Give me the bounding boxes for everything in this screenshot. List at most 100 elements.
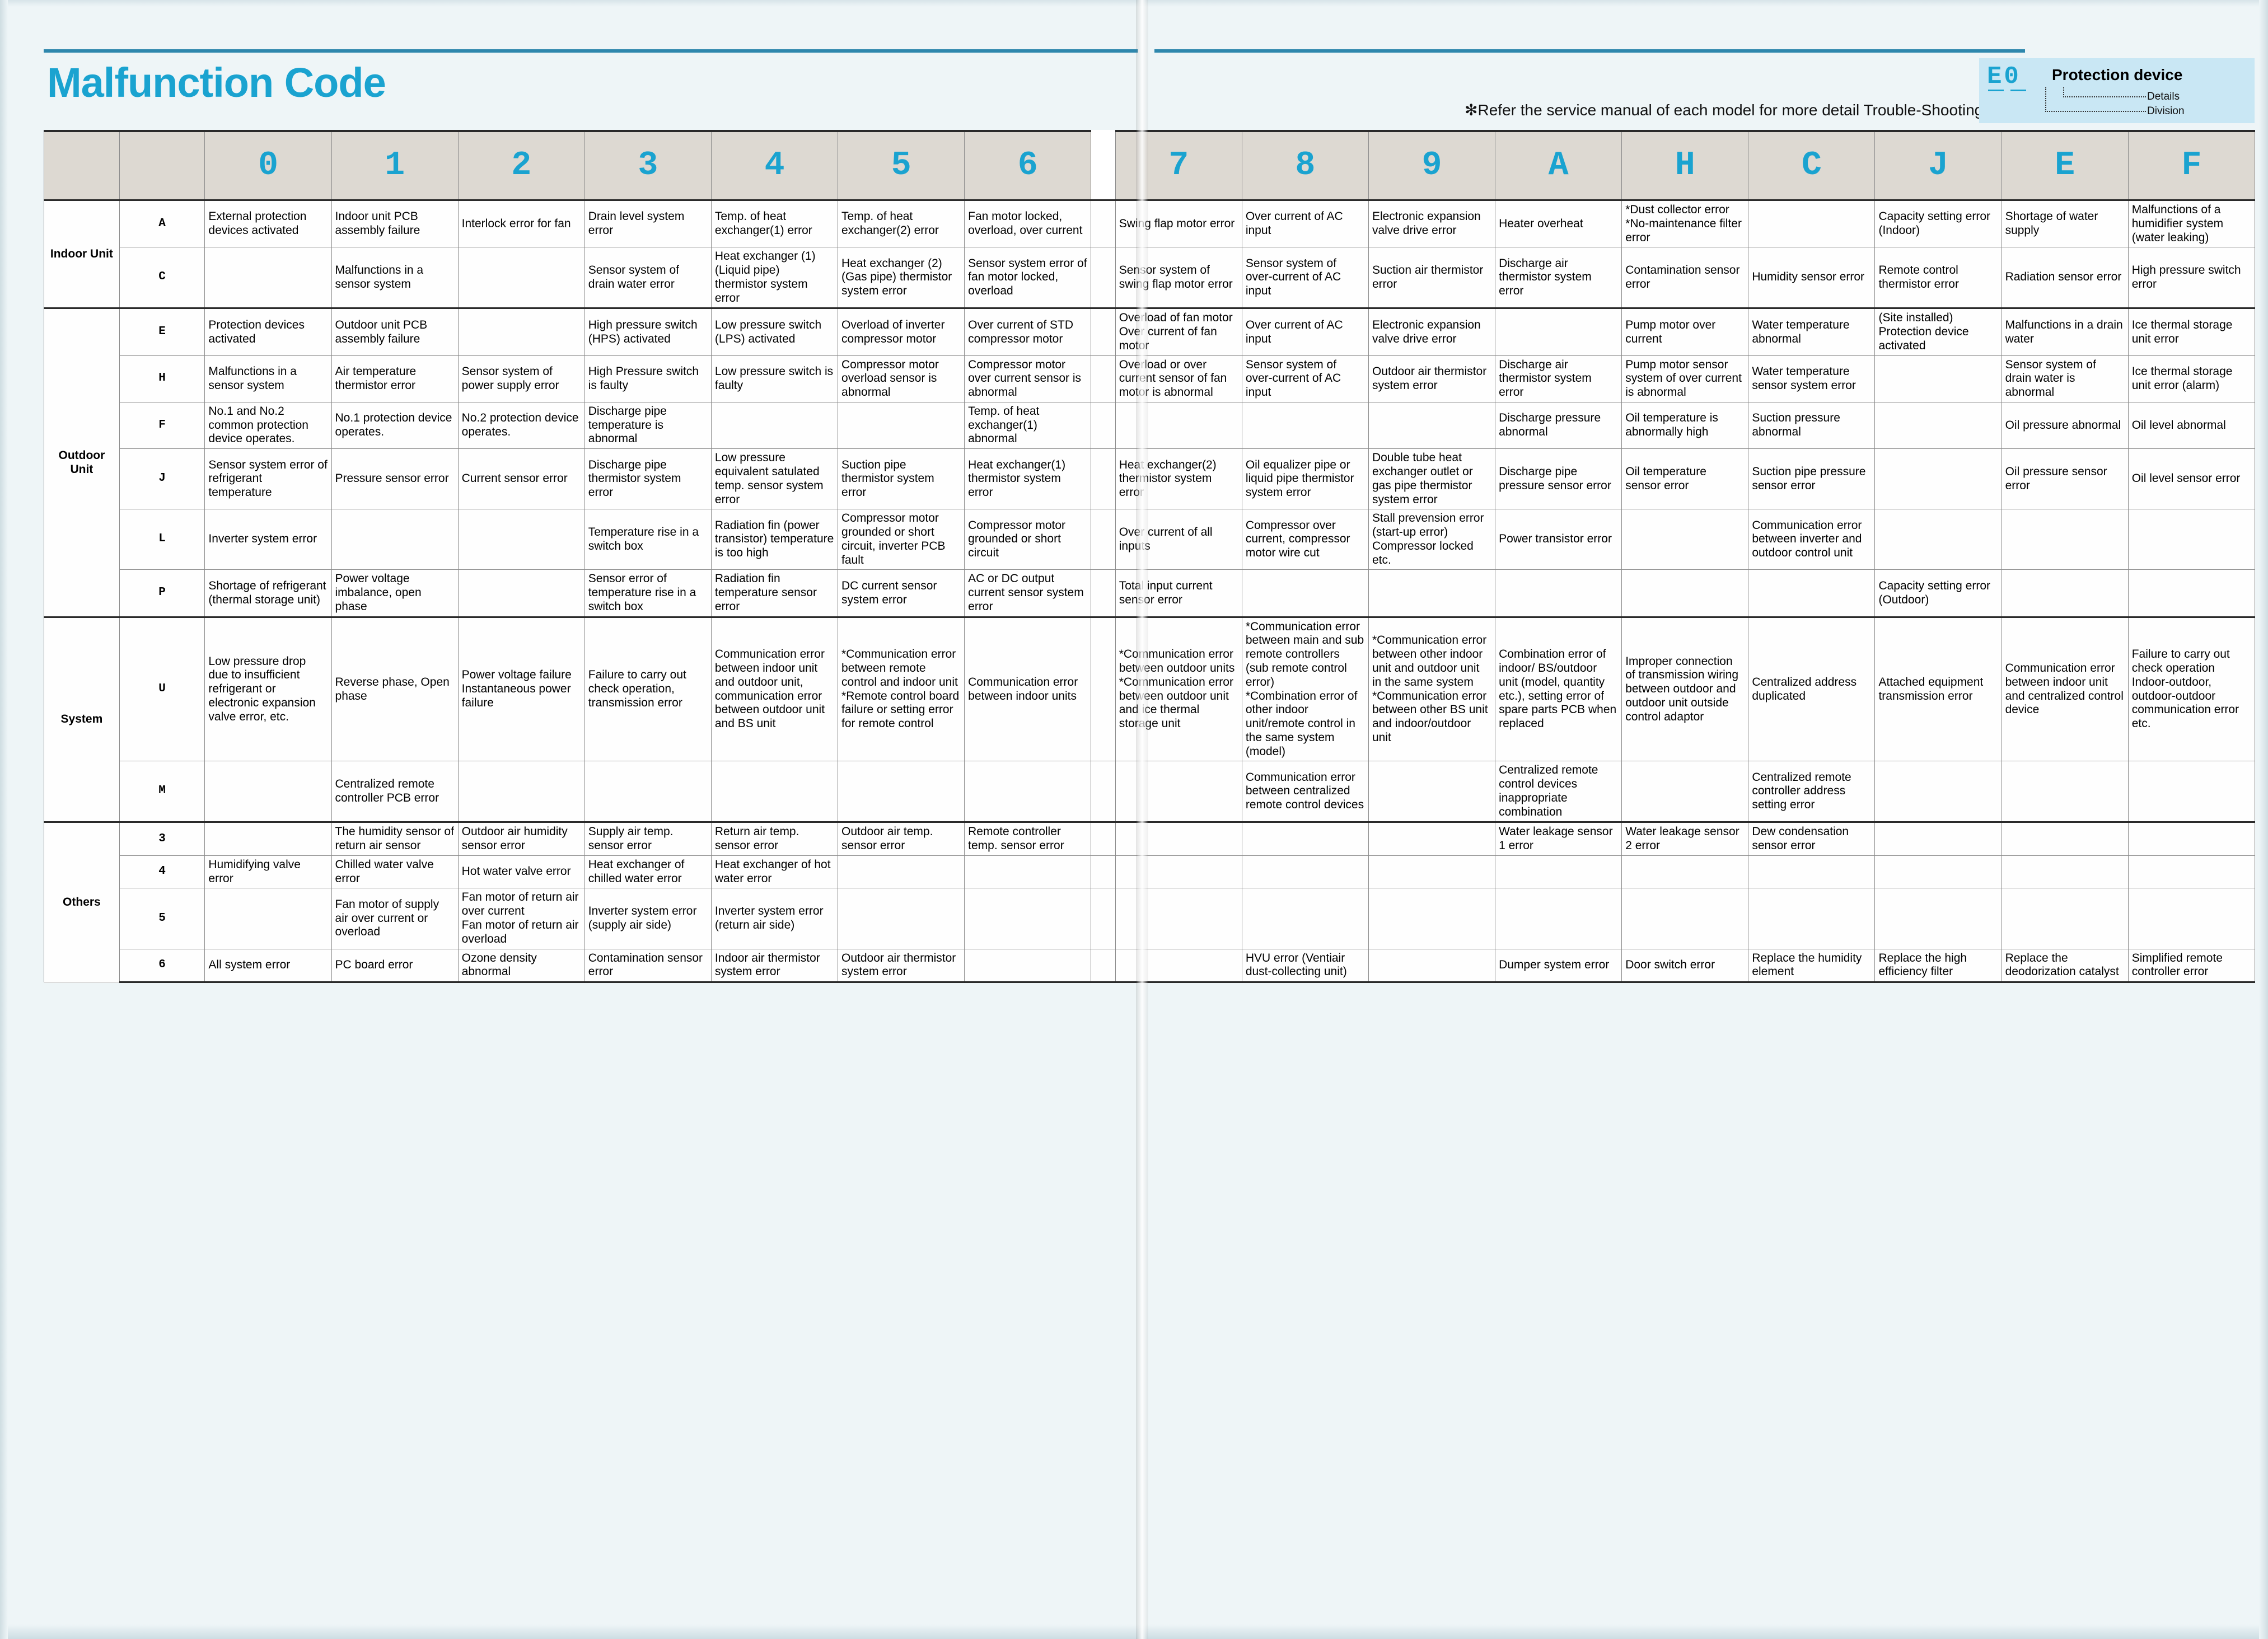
code-cell-5-4: Inverter system error (return air side) [710, 888, 839, 949]
code-cell-E-4: Low pressure switch (LPS) activated [710, 307, 839, 356]
code-cell-H-2: Sensor system of power supply error [457, 355, 585, 402]
gutter-spacer [1091, 569, 1116, 617]
code-cell-C-5: Heat exchanger (2) (Gas pipe) thermistor… [838, 247, 965, 309]
code-cell-3-1: The humidity sensor of return air sensor [331, 821, 459, 856]
section-label-others: Others [44, 821, 120, 983]
code-cell-J-2: Current sensor error [457, 448, 585, 510]
code-cell-J-7: Heat exchanger(2) thermistor system erro… [1115, 448, 1242, 510]
code-cell-U-2: Power voltage failure Instantaneous powe… [457, 616, 585, 762]
table-row: M Centralized remote controller PCB error… [44, 761, 2256, 823]
table-row: 6 All system error PC board error Ozone den… [44, 948, 2256, 984]
code-cell-6-7 [1115, 948, 1242, 984]
code-cell-P-H [1621, 569, 1749, 617]
code-cell-H-6: Compressor motor over current sensor is … [964, 355, 1092, 402]
column-code-H: H [1621, 130, 1749, 200]
legend-underline-details [2010, 90, 2026, 91]
code-cell-U-3: Failure to carry out check operation, tr… [584, 616, 712, 762]
code-cell-L-E [2001, 509, 2129, 570]
code-cell-3-3: Supply air temp. sensor error [584, 821, 712, 856]
code-cell-4-A [1495, 855, 1622, 889]
code-cell-L-1 [331, 509, 459, 570]
code-cell-A-3: Drain level system error [584, 199, 712, 248]
code-cell-L-0: Inverter system error [204, 509, 332, 570]
code-cell-H-C: Water temperature sensor system error [1748, 355, 1876, 402]
code-cell-E-3: High pressure switch (HPS) activated [584, 307, 712, 356]
code-cell-C-3: Sensor system of drain water error [584, 247, 712, 309]
table-row: H Malfunctions in a sensor system Air temp… [44, 355, 2256, 402]
code-cell-A-9: Electronic expansion valve drive error [1368, 199, 1496, 248]
row-code-A: A [119, 199, 205, 248]
row-code-E: E [119, 307, 205, 356]
code-cell-J-5: Suction pipe thermistor system error [838, 448, 965, 510]
code-cell-C-1: Malfunctions in a sensor system [331, 247, 459, 309]
code-cell-C-E: Radiation sensor error [2001, 247, 2129, 309]
header-corner-rowcode [119, 130, 205, 200]
code-cell-U-9: *Communication error between other indoo… [1368, 616, 1496, 762]
code-cell-3-5: Outdoor air temp. sensor error [838, 821, 965, 856]
code-cell-A-C [1748, 199, 1876, 248]
code-cell-A-1: Indoor unit PCB assembly failure [331, 199, 459, 248]
code-cell-A-E: Shortage of water supply [2001, 199, 2129, 248]
column-code-J: J [1874, 130, 2002, 200]
code-cell-M-8: Communication error between centralized … [1241, 761, 1369, 823]
gutter-spacer [1091, 448, 1116, 510]
code-cell-L-A: Power transistor error [1495, 509, 1622, 570]
code-cell-F-E: Oil pressure abnormal [2001, 401, 2129, 449]
code-cell-H-0: Malfunctions in a sensor system [204, 355, 332, 402]
table-row: Indoor Unit A External protection devices … [44, 199, 2256, 309]
code-cell-A-6: Fan motor locked, overload, over current [964, 199, 1092, 248]
row-code-6: 6 [119, 948, 205, 984]
legend-code-sample: E0 [1987, 63, 2021, 91]
column-code-A: A [1495, 130, 1622, 200]
code-cell-U-E: Communication error between indoor unit … [2001, 616, 2129, 762]
code-cell-F-3: Discharge pipe temperature is abnormal [584, 401, 712, 449]
code-cell-E-5: Overload of inverter compressor motor [838, 307, 965, 356]
code-cell-U-7: *Communication error between outdoor uni… [1115, 616, 1242, 762]
code-cell-6-3: Contamination sensor error [584, 948, 712, 984]
code-cell-E-7: Overload of fan motor Over current of fan… [1115, 307, 1242, 356]
code-cell-3-F [2127, 821, 2256, 856]
table-row: L Inverter system error Temperature rise i… [44, 509, 2256, 570]
code-cell-6-A: Dumper system error [1495, 948, 1622, 984]
code-cell-L-J [1874, 509, 2002, 570]
code-cell-5-8 [1241, 888, 1369, 949]
header-corner-section [44, 130, 120, 200]
code-cell-A-J: Capacity setting error (Indoor) [1874, 199, 2002, 248]
code-cell-P-8 [1241, 569, 1369, 617]
legend-details-leader [2063, 96, 2146, 97]
code-cell-3-H: Water leakage sensor 2 error [1621, 821, 1749, 856]
code-cell-F-1: No.1 protection device operates. [331, 401, 459, 449]
code-cell-J-4: Low pressure equivalent satulated temp. … [710, 448, 839, 510]
table-row: F No.1 and No.2 common protection device … [44, 401, 2256, 449]
code-cell-H-7: Overload or over current sensor of fan m… [1115, 355, 1242, 402]
section-label-indoor-unit: Indoor Unit [44, 199, 120, 309]
column-code-2: 2 [457, 130, 585, 200]
section-label-system: System [44, 616, 120, 823]
code-cell-5-5 [838, 888, 965, 949]
code-cell-6-0: All system error [204, 948, 332, 984]
code-cell-L-8: Compressor over current, compressor moto… [1241, 509, 1369, 570]
row-code-5: 5 [119, 888, 205, 949]
gutter-spacer [1091, 131, 1116, 200]
code-cell-P-6: AC or DC output current sensor system er… [964, 569, 1092, 617]
code-cell-P-C [1748, 569, 1876, 617]
page-edge-top [0, 0, 2268, 7]
gutter-spacer [1091, 761, 1116, 823]
code-cell-E-2 [457, 307, 585, 356]
code-cell-P-5: DC current sensor system error [838, 569, 965, 617]
code-cell-E-H: Pump motor over current [1621, 307, 1749, 356]
code-cell-A-5: Temp. of heat exchanger(2) error [838, 199, 965, 248]
code-cell-L-F [2127, 509, 2256, 570]
code-cell-L-5: Compressor motor grounded or short circu… [838, 509, 965, 570]
code-cell-J-3: Discharge pipe thermistor system error [584, 448, 712, 510]
code-cell-L-4: Radiation fin (power transistor) tempera… [710, 509, 839, 570]
code-cell-4-5 [838, 855, 965, 889]
code-cell-3-7 [1115, 821, 1242, 856]
code-cell-A-F: Malfunctions of a humidifier system (wat… [2127, 199, 2256, 248]
code-cell-E-J: (Site installed) Protection device activ… [1874, 307, 2002, 356]
column-code-F: F [2127, 130, 2256, 200]
column-code-6: 6 [964, 130, 1092, 200]
code-cell-P-1: Power voltage imbalance, open phase [331, 569, 459, 617]
row-code-3: 3 [119, 821, 205, 856]
table-row: 5 Fan motor of supply air over current or… [44, 888, 2256, 949]
